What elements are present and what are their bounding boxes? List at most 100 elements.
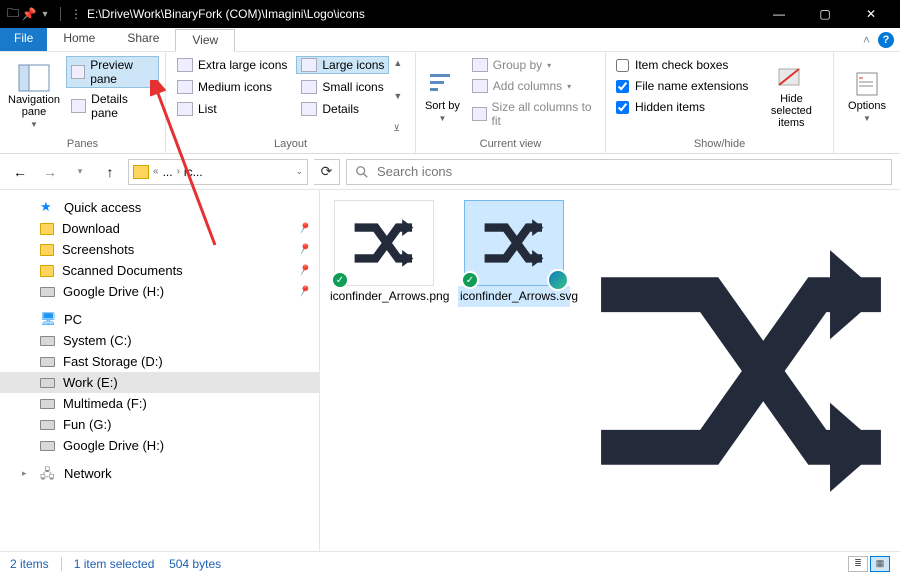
- sort-by-button[interactable]: Sort by▼: [422, 56, 463, 136]
- breadcrumb[interactable]: « ... › ic... ⌄: [128, 159, 308, 185]
- status-item-count: 2 items: [10, 557, 49, 571]
- layout-extra-large[interactable]: Extra large icons: [172, 56, 292, 74]
- details-pane-icon: [71, 99, 86, 113]
- sidebar-pc[interactable]: 🖥 PC: [0, 308, 319, 330]
- preview-image: [582, 211, 900, 531]
- size-columns-icon: [472, 107, 487, 121]
- folder-icon: 🗀: [6, 7, 20, 21]
- collapse-ribbon-icon[interactable]: ˄: [863, 33, 870, 47]
- drive-icon: [40, 441, 55, 451]
- preview-pane: [582, 190, 900, 551]
- sidebar-item[interactable]: Google Drive (H:)📍: [0, 281, 319, 302]
- options-button[interactable]: Options▼: [840, 56, 894, 136]
- refresh-button[interactable]: ⟳: [314, 159, 340, 185]
- tab-home[interactable]: Home: [47, 28, 111, 51]
- tab-share[interactable]: Share: [111, 28, 175, 51]
- medium-icon: [177, 80, 193, 94]
- file-thumbnail: ✓: [334, 200, 434, 286]
- ribbon-tabs: File Home Share View ˄ ?: [0, 28, 900, 52]
- dropdown-icon[interactable]: ⌄: [295, 166, 303, 177]
- sidebar-item[interactable]: Multimeda (F:): [0, 393, 319, 414]
- pin-icon[interactable]: 📌: [22, 7, 36, 21]
- group-options: Options▼: [834, 52, 900, 153]
- sidebar-item[interactable]: Work (E:): [0, 372, 319, 393]
- help-button[interactable]: ?: [878, 32, 894, 48]
- folder-icon: [133, 165, 149, 179]
- group-by-button[interactable]: Group by▾: [467, 56, 599, 74]
- forward-button[interactable]: →: [38, 160, 62, 184]
- layout-expand[interactable]: ⊻: [393, 123, 402, 134]
- layout-medium[interactable]: Medium icons: [172, 78, 292, 96]
- drive-icon: [40, 357, 55, 367]
- navigation-pane-icon: [18, 64, 50, 92]
- back-button[interactable]: ←: [8, 160, 32, 184]
- fold-icon: [40, 244, 54, 256]
- sidebar-item[interactable]: Google Drive (H:): [0, 435, 319, 456]
- layout-scroll-down[interactable]: ▼: [393, 91, 402, 101]
- chevron-icon[interactable]: «: [153, 166, 159, 177]
- layout-large[interactable]: Large icons: [296, 56, 389, 74]
- file-extensions-toggle[interactable]: File name extensions: [612, 77, 752, 95]
- list-icon: [177, 102, 193, 116]
- file-item[interactable]: ✓iconfinder_Arrows.png: [328, 200, 440, 307]
- sidebar-item[interactable]: Download📍: [0, 218, 319, 239]
- add-columns-button[interactable]: Add columns▾: [467, 77, 599, 95]
- close-button[interactable]: ✕: [848, 0, 894, 28]
- overflow-icon[interactable]: ⋮: [69, 7, 83, 21]
- group-show-hide: Item check boxes File name extensions Hi…: [606, 52, 834, 153]
- navigation-pane-button[interactable]: Navigation pane ▼: [6, 56, 62, 136]
- search-input[interactable]: Search icons: [346, 159, 892, 185]
- sidebar-quick-access[interactable]: ★ Quick access: [0, 196, 319, 218]
- pin-icon: 📍: [295, 240, 313, 258]
- hide-selected-icon: [775, 63, 807, 91]
- tab-file[interactable]: File: [0, 28, 47, 51]
- status-size: 504 bytes: [169, 557, 221, 571]
- group-layout: Extra large icons Medium icons List Larg…: [166, 52, 416, 153]
- options-icon: [851, 70, 883, 98]
- status-bar: 2 items 1 item selected 504 bytes ≣ ▦: [0, 551, 900, 575]
- preview-pane-icon: [71, 65, 85, 79]
- item-checkboxes-toggle[interactable]: Item check boxes: [612, 56, 752, 74]
- layout-scroll-up[interactable]: ▲: [393, 58, 402, 68]
- chevron-down-icon[interactable]: ▾: [38, 7, 52, 21]
- network-icon: 🖧: [40, 465, 56, 481]
- pin-icon: 📍: [295, 282, 313, 300]
- sidebar-item[interactable]: Fun (G:): [0, 414, 319, 435]
- address-bar: ← → ▾ ↑ « ... › ic... ⌄ ⟳ Search icons: [0, 154, 900, 190]
- maximize-button[interactable]: ▢: [802, 0, 848, 28]
- star-icon: ★: [40, 199, 56, 215]
- file-content[interactable]: ✓iconfinder_Arrows.png✓iconfinder_Arrows…: [320, 190, 582, 551]
- hide-selected-button[interactable]: Hide selected items: [756, 56, 826, 136]
- hidden-items-toggle[interactable]: Hidden items: [612, 98, 752, 116]
- up-button[interactable]: ↑: [98, 160, 122, 184]
- recent-button[interactable]: ▾: [68, 160, 92, 184]
- layout-small[interactable]: Small icons: [296, 78, 389, 96]
- layout-details[interactable]: Details: [296, 100, 389, 118]
- size-columns-button[interactable]: Size all columns to fit: [467, 98, 599, 130]
- chevron-icon[interactable]: ›: [177, 166, 180, 177]
- preview-pane-button[interactable]: Preview pane: [66, 56, 159, 88]
- ribbon: Navigation pane ▼ Preview pane Details p…: [0, 52, 900, 154]
- file-item[interactable]: ✓iconfinder_Arrows.svg: [458, 200, 570, 307]
- fold-icon: [40, 223, 54, 235]
- group-by-icon: [472, 58, 488, 72]
- expand-icon[interactable]: ▸: [22, 468, 32, 479]
- navigation-sidebar: ★ Quick access Download📍Screenshots📍Scan…: [0, 190, 320, 551]
- tab-view[interactable]: View: [175, 29, 235, 52]
- xl-icon: [177, 58, 193, 72]
- details-pane-button[interactable]: Details pane: [66, 90, 159, 122]
- group-panes: Navigation pane ▼ Preview pane Details p…: [0, 52, 166, 153]
- quick-access-toolbar: 🗀 📌 ▾ ⋮: [6, 7, 83, 21]
- sidebar-item[interactable]: System (C:): [0, 330, 319, 351]
- drive-icon: [40, 336, 55, 346]
- drive-icon: [40, 287, 55, 297]
- view-thumbnails-button[interactable]: ▦: [870, 556, 890, 572]
- sidebar-item[interactable]: Fast Storage (D:): [0, 351, 319, 372]
- layout-list[interactable]: List: [172, 100, 292, 118]
- sidebar-item[interactable]: Scanned Documents📍: [0, 260, 319, 281]
- drive-icon: [40, 420, 55, 430]
- sidebar-item[interactable]: Screenshots📍: [0, 239, 319, 260]
- minimize-button[interactable]: —: [756, 0, 802, 28]
- sidebar-network[interactable]: ▸ 🖧 Network: [0, 462, 319, 484]
- view-details-button[interactable]: ≣: [848, 556, 868, 572]
